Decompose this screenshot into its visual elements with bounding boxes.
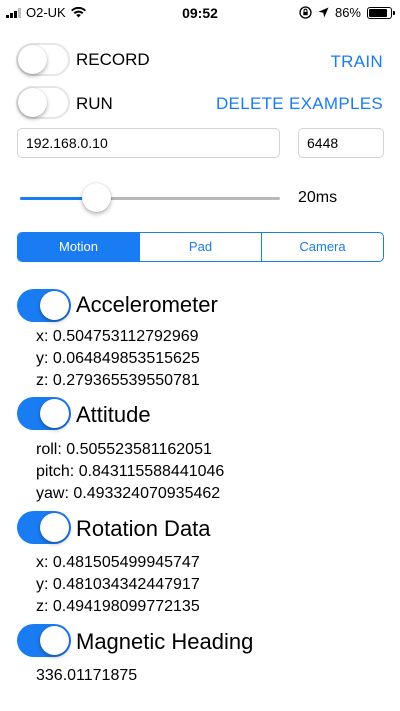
- attitude-pitch: pitch: 0.843115588441046: [36, 463, 225, 480]
- tab-camera[interactable]: Camera: [261, 233, 383, 261]
- run-label: RUN: [76, 94, 113, 113]
- battery-icon: [367, 6, 395, 19]
- rotation-z: z: 0.494198099772135: [36, 598, 200, 615]
- tab-motion[interactable]: Motion: [18, 233, 139, 261]
- status-right: 86%: [299, 5, 395, 20]
- toggle-knob: [40, 626, 69, 655]
- location-icon: [318, 7, 329, 18]
- attitude-toggle[interactable]: [17, 397, 71, 430]
- input-mode-segmented-control: Motion Pad Camera: [17, 232, 384, 262]
- toggle-knob: [40, 513, 69, 542]
- accelerometer-toggle[interactable]: [17, 289, 71, 322]
- attitude-title: Attitude: [76, 402, 151, 427]
- battery-level: [369, 8, 388, 17]
- attitude-roll: roll: 0.505523581162051: [36, 441, 212, 458]
- ip-address-field[interactable]: 192.168.0.10: [17, 128, 280, 158]
- rotation-data-title: Rotation Data: [76, 516, 211, 541]
- rotation-x: x: 0.481505499945747: [36, 554, 200, 571]
- interval-slider[interactable]: [20, 183, 280, 212]
- magnetic-heading-toggle[interactable]: [17, 624, 71, 657]
- rotation-data-toggle[interactable]: [17, 511, 71, 544]
- attitude-yaw: yaw: 0.493324070935462: [36, 485, 221, 502]
- battery-percentage: 86%: [334, 5, 361, 20]
- train-button[interactable]: TRAIN: [331, 52, 384, 72]
- magnetic-heading-title: Magnetic Heading: [76, 629, 254, 654]
- accelerometer-title: Accelerometer: [76, 292, 218, 317]
- toggle-knob: [40, 399, 69, 428]
- tab-pad[interactable]: Pad: [139, 233, 261, 261]
- record-toggle[interactable]: [16, 43, 70, 76]
- record-label: RECORD: [76, 50, 150, 69]
- run-toggle[interactable]: [16, 86, 70, 119]
- magnetic-heading-value: 336.01171875: [36, 667, 138, 684]
- status-bar: O2-UK 09:52 86%: [0, 0, 400, 24]
- slider-thumb[interactable]: [82, 183, 112, 212]
- accelerometer-z: z: 0.279365539550781: [36, 372, 200, 389]
- toggle-knob: [40, 291, 69, 320]
- toggle-knob: [18, 88, 47, 117]
- toggle-knob: [18, 45, 47, 74]
- rotation-y: y: 0.481034342447917: [36, 576, 200, 593]
- slider-value: 20ms: [298, 189, 338, 206]
- port-field[interactable]: 6448: [298, 128, 384, 158]
- delete-examples-button[interactable]: DELETE EXAMPLES: [216, 94, 383, 114]
- accelerometer-y: y: 0.064849853515625: [36, 350, 200, 367]
- accelerometer-x: x: 0.504753112792969: [36, 328, 199, 345]
- orientation-lock-icon: [299, 6, 312, 19]
